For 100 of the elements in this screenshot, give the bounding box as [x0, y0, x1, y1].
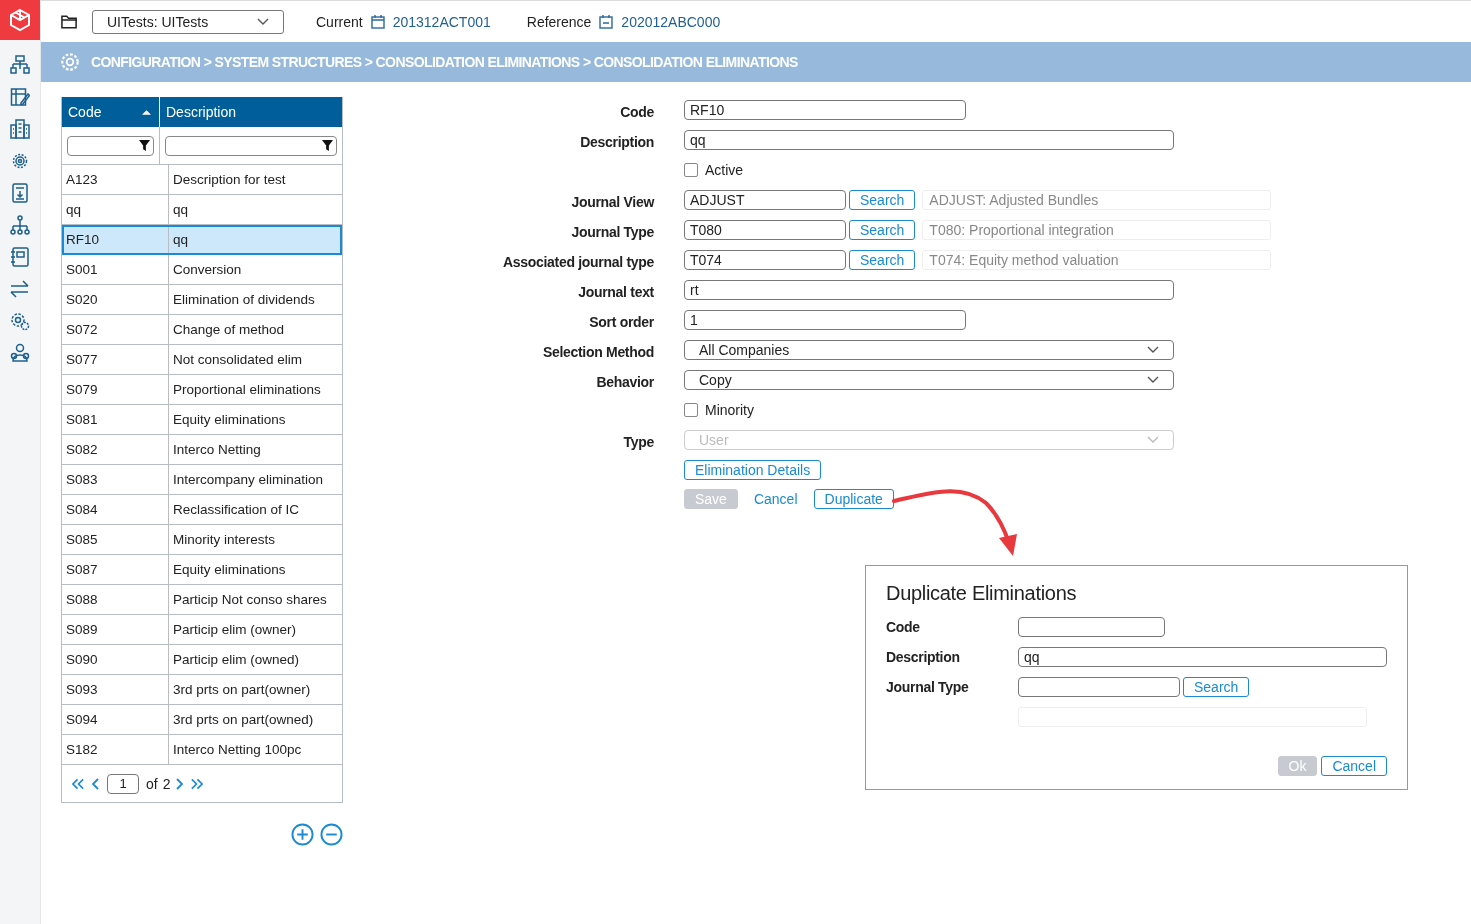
gears-icon[interactable] — [10, 311, 30, 331]
filter-field[interactable] — [67, 135, 154, 156]
table-row[interactable]: A123 Description for test — [62, 165, 342, 195]
table-row[interactable]: S020 Elimination of dividends — [62, 285, 342, 315]
table-row[interactable]: S072 Change of method — [62, 315, 342, 345]
table-row[interactable]: RF10 qq — [62, 225, 342, 255]
notebook-icon[interactable] — [10, 247, 30, 267]
description-cell-text: Equity eliminations — [172, 411, 287, 429]
elimination-details-button[interactable]: Elimination Details — [684, 460, 822, 480]
filter-field[interactable] — [165, 135, 337, 156]
hierarchy-icon[interactable] — [10, 215, 30, 235]
search-button[interactable]: Search — [1183, 677, 1250, 697]
last-page-icon[interactable] — [190, 777, 204, 790]
description-cell-text: Interco Netting 100pc — [172, 741, 303, 759]
field-label: Selection Method — [541, 343, 654, 362]
input-field[interactable]: 1 — [684, 310, 966, 330]
search-button[interactable]: Search — [849, 190, 916, 210]
checkbox[interactable] — [684, 163, 698, 177]
reference-label: Reference — [526, 13, 592, 30]
page-of-label: of — [146, 775, 158, 792]
field-label: Journal View — [570, 193, 654, 212]
lookup-description: T080: Proportional integration — [922, 220, 1272, 240]
field-label: Journal text — [577, 283, 654, 302]
folder-icon[interactable] — [61, 14, 78, 29]
field-label: Journal Type — [886, 678, 970, 697]
gear-icon — [59, 51, 81, 73]
cancel-link[interactable]: Cancel — [753, 491, 798, 507]
input-field[interactable]: RF10 — [684, 100, 966, 120]
action-button[interactable]: Duplicate — [813, 489, 894, 509]
current-label: Current — [316, 13, 363, 30]
table-row[interactable]: S089 Particip elim (owner) — [62, 615, 342, 645]
sort-ascending-icon — [142, 109, 151, 115]
description-cell-text: Minority interests — [172, 531, 277, 549]
next-page-icon[interactable] — [175, 777, 184, 790]
building-icon[interactable] — [10, 119, 30, 139]
gear-icon[interactable] — [10, 151, 30, 171]
description-cell-text: Interco Netting — [172, 441, 262, 459]
table-row[interactable]: S094 3rd prts on part(owned) — [62, 705, 342, 735]
table-row[interactable]: S088 Particip Not conso shares — [62, 585, 342, 615]
table-row[interactable]: S090 Particip elim (owned) — [62, 645, 342, 675]
input-field[interactable]: T080 — [684, 220, 846, 240]
workspace-dropdown[interactable]: UITests: UITests — [92, 9, 284, 34]
input-field[interactable]: qq — [684, 130, 1174, 150]
table-row[interactable]: S085 Minority interests — [62, 525, 342, 555]
table-row[interactable]: S182 Interco Netting 100pc — [62, 735, 342, 765]
field-label: Journal Type — [570, 223, 654, 242]
code-cell: S077 — [62, 345, 169, 374]
search-button[interactable]: Search — [849, 250, 916, 270]
description-cell-text: Particip elim (owner) — [172, 621, 298, 639]
code-cell: S020 — [62, 285, 169, 314]
select-dropdown[interactable]: Copy — [684, 370, 1174, 390]
reference-period-link[interactable]: 202012ABC000 — [621, 13, 721, 30]
table-row[interactable]: S077 Not consolidated elim — [62, 345, 342, 375]
table-row[interactable]: S083 Intercompany elimination — [62, 465, 342, 495]
dialog-button[interactable]: Cancel — [1321, 756, 1387, 776]
code-cell: S001 — [62, 255, 169, 284]
edit-icon[interactable] — [10, 87, 30, 107]
table-row[interactable]: S087 Equity eliminations — [62, 555, 342, 585]
add-icon[interactable] — [291, 823, 314, 846]
table-row[interactable]: S093 3rd prts on part(owner) — [62, 675, 342, 705]
code-cell: S082 — [62, 435, 169, 464]
input-field[interactable]: rt — [684, 280, 1174, 300]
table-row[interactable]: S081 Equity eliminations — [62, 405, 342, 435]
table-row[interactable]: S079 Proportional eliminations — [62, 375, 342, 405]
checkbox-label: Active — [705, 162, 744, 178]
sitemap-icon[interactable] — [10, 55, 30, 75]
code-cell: S093 — [62, 675, 169, 704]
input-field[interactable]: ADJUST — [684, 190, 846, 210]
column-header[interactable]: Description — [160, 97, 342, 127]
code-cell: S182 — [62, 735, 169, 764]
chevron-down-icon — [257, 17, 269, 26]
page-number-field[interactable]: 1 — [107, 773, 139, 794]
remove-icon[interactable] — [320, 823, 343, 846]
previous-page-icon[interactable] — [92, 777, 100, 790]
table-row[interactable]: S001 Conversion — [62, 255, 342, 285]
field-label: Description — [886, 648, 961, 667]
table-row[interactable]: S082 Interco Netting — [62, 435, 342, 465]
select-dropdown[interactable]: All Companies — [684, 340, 1174, 360]
first-page-icon[interactable] — [72, 777, 85, 790]
users-icon[interactable] — [10, 343, 30, 363]
input-field[interactable] — [1018, 617, 1165, 637]
description-cell-text: Particip elim (owned) — [172, 651, 301, 669]
chevron-down-icon — [1147, 376, 1159, 384]
document-icon[interactable] — [10, 183, 30, 203]
breadcrumb: CONFIGURATION > SYSTEM STRUCTURES > CONSOLIDATION ELIMINATIONS > CONSOLIDATION ELIMINATIONS — [91, 54, 798, 70]
code-cell: S089 — [62, 615, 169, 644]
column-header[interactable]: Code — [62, 97, 160, 127]
current-period-link[interactable]: 201312ACT001 — [392, 13, 491, 30]
code-cell: S081 — [62, 405, 169, 434]
input-field[interactable] — [1018, 677, 1180, 697]
search-button[interactable]: Search — [849, 220, 916, 240]
input-field[interactable]: T074 — [684, 250, 846, 270]
swap-arrows-icon[interactable] — [10, 279, 30, 299]
input-field[interactable]: qq — [1018, 647, 1387, 667]
checkbox[interactable] — [684, 403, 698, 417]
field-label: Behavior — [595, 373, 654, 392]
field-label: Type — [622, 433, 654, 452]
table-row[interactable]: S084 Reclassification of IC — [62, 495, 342, 525]
code-cell: RF10 — [62, 225, 169, 254]
description-cell-text: Description for test — [172, 171, 287, 189]
